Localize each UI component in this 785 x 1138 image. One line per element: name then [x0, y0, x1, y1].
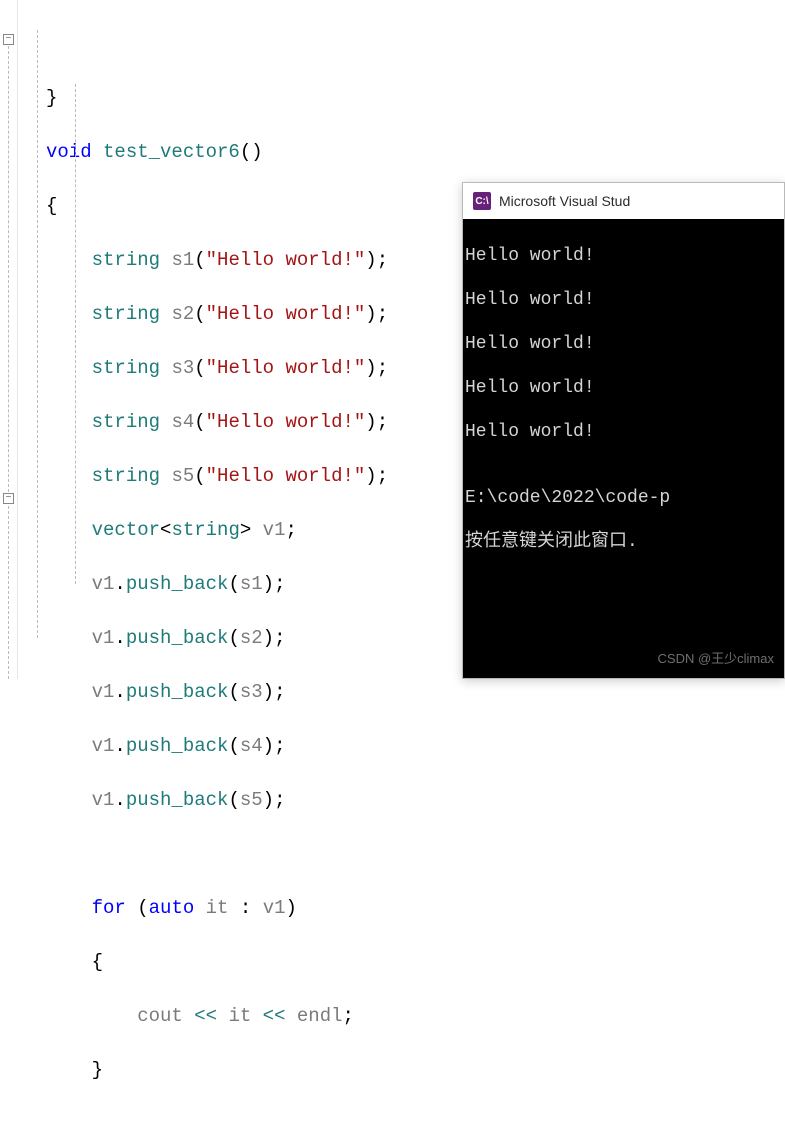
code-line: v1.push_back(s5); [46, 787, 388, 814]
code-line: { [46, 949, 388, 976]
code-line: string s2("Hello world!"); [46, 301, 388, 328]
code-line: v1.push_back(s3); [46, 679, 388, 706]
code-line: string s5("Hello world!"); [46, 463, 388, 490]
code-line: string s3("Hello world!"); [46, 355, 388, 382]
console-line: Hello world! [465, 421, 782, 443]
console-titlebar[interactable]: C:\ Microsoft Visual Stud [463, 183, 784, 219]
scope-line [8, 506, 9, 679]
code-line: v1.push_back(s4); [46, 733, 388, 760]
code-line: string s4("Hello world!"); [46, 409, 388, 436]
watermark: CSDN @王少climax [658, 648, 774, 670]
console-output[interactable]: Hello world! Hello world! Hello world! H… [463, 219, 784, 678]
code-line: for (auto it : v1) [46, 895, 388, 922]
fold-icon[interactable]: − [3, 493, 14, 504]
console-window[interactable]: C:\ Microsoft Visual Stud Hello world! H… [462, 182, 785, 679]
code-line: } [46, 85, 388, 112]
console-line: Hello world! [465, 333, 782, 355]
code-line: } [46, 1057, 388, 1084]
console-line: E:\code\2022\code-p [465, 487, 782, 509]
code-line: v1.push_back(s2); [46, 625, 388, 652]
editor-gutter: − − [0, 0, 18, 679]
vs-logo-icon: C:\ [473, 192, 491, 210]
code-line: { [46, 193, 388, 220]
indent-guide [75, 84, 76, 584]
console-line: Hello world! [465, 289, 782, 311]
code-line: string s1("Hello world!"); [46, 247, 388, 274]
code-line: v1.push_back(s1); [46, 571, 388, 598]
console-line: 按任意键关闭此窗口. [465, 531, 782, 553]
scope-line [8, 46, 9, 492]
indent-guide [37, 30, 38, 638]
code-area[interactable]: } void test_vector6() { string s1("Hello… [18, 0, 388, 679]
code-line: vector<string> v1; [46, 517, 388, 544]
fold-icon[interactable]: − [3, 34, 14, 45]
code-line: void test_vector6() [46, 139, 388, 166]
console-line: Hello world! [465, 245, 782, 267]
code-line: cout << it << endl; [46, 1003, 388, 1030]
code-line [46, 841, 388, 868]
console-title: Microsoft Visual Stud [499, 193, 630, 209]
console-line: Hello world! [465, 377, 782, 399]
